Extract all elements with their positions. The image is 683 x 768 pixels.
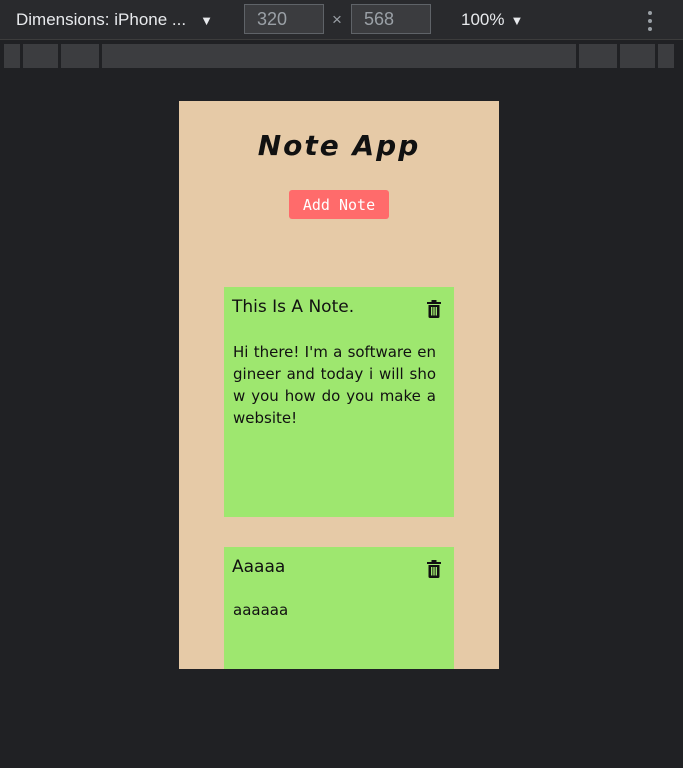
note-body[interactable]: Hi there! I'm a software engineer and to… [233, 341, 436, 429]
ruler-segment[interactable] [61, 44, 99, 68]
ruler-segment[interactable] [4, 44, 20, 68]
add-note-button[interactable]: Add Note [289, 190, 389, 219]
note-card[interactable]: This Is A Note. Hi there! I'm a software… [224, 287, 454, 517]
device-viewport: Note App Add Note This Is A Note. Hi the… [179, 101, 499, 669]
ruler-segment[interactable] [620, 44, 655, 68]
media-query-ruler [0, 44, 683, 68]
zoom-label: 100% [461, 10, 505, 29]
trash-icon[interactable] [427, 300, 441, 318]
ruler-segment[interactable] [579, 44, 617, 68]
note-body[interactable]: aaaaaa [233, 599, 436, 621]
viewport-height-input[interactable]: 568 [351, 4, 431, 34]
device-dimensions-label: Dimensions: iPhone ... [16, 10, 187, 29]
ruler-segment[interactable] [23, 44, 58, 68]
devtools-device-toolbar: Dimensions: iPhone ... ▼ 320 × 568 100% … [0, 0, 683, 40]
viewport-width-input[interactable]: 320 [244, 4, 324, 34]
ruler-segment[interactable] [658, 44, 674, 68]
app-title: Note App [257, 129, 421, 162]
note-title: Aaaaa [232, 557, 286, 577]
dropdown-caret-icon: ▼ [510, 12, 524, 28]
zoom-dropdown[interactable]: 100% ▼ [461, 10, 523, 30]
note-card[interactable]: Aaaaa aaaaaa [224, 547, 454, 669]
note-title: This Is A Note. [232, 297, 355, 317]
dropdown-caret-icon: ▼ [200, 12, 213, 28]
more-options-icon[interactable] [643, 9, 657, 33]
dimension-separator: × [332, 10, 342, 29]
ruler-segment[interactable] [102, 44, 576, 68]
trash-icon[interactable] [427, 560, 441, 578]
device-dimensions-dropdown[interactable]: Dimensions: iPhone ... ▼ [16, 10, 213, 30]
